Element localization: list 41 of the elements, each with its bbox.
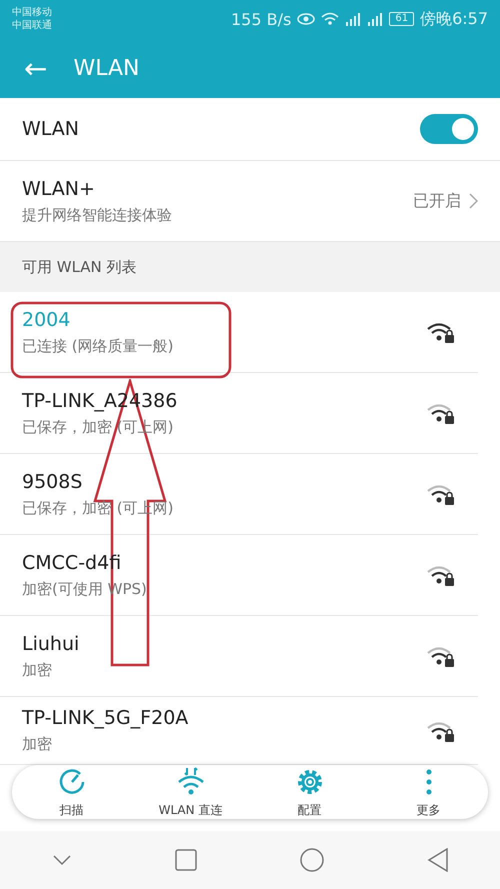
network-name: 2004 (22, 308, 72, 330)
wifi-lock-icon (426, 402, 456, 424)
setting-value: 已开启 (413, 190, 461, 212)
network-name: Liuhui (22, 632, 80, 654)
toolbar-button[interactable]: WLAN 直连 (146, 766, 236, 818)
wifi-lock-icon (426, 645, 456, 667)
network-status: 加密 (22, 735, 53, 754)
collapse-button[interactable] (52, 854, 72, 866)
eye-icon (297, 13, 316, 25)
more-icon (426, 768, 432, 794)
wifi-lock-icon (426, 564, 456, 586)
toolbar-button[interactable]: 更多 (384, 766, 474, 818)
network-item[interactable]: Liuhui 加密 (0, 616, 478, 697)
clock: 傍晚6:57 (420, 8, 488, 30)
network-name: TP-LINK_5G_F20A (22, 707, 188, 729)
home-button[interactable] (300, 848, 324, 872)
signal-icon (345, 12, 362, 26)
page-title: WLAN (73, 56, 140, 80)
wlan-switch[interactable] (420, 114, 478, 144)
battery-level: 61 (389, 12, 414, 26)
setting-label: WLAN+ (22, 178, 96, 200)
carrier-name: 中国移动 (12, 6, 52, 19)
network-item[interactable]: 2004 已连接 (网络质量一般) (0, 292, 478, 373)
back-nav-button[interactable] (426, 848, 448, 872)
network-speed: 155 B/s (231, 10, 292, 28)
carrier-name: 中国联通 (12, 19, 52, 32)
recents-button[interactable] (174, 849, 196, 871)
wifi-lock-icon (426, 720, 456, 742)
toolbar-button[interactable]: 扫描 (26, 766, 116, 818)
chevron-icon (469, 193, 478, 209)
setting-label: WLAN (22, 118, 80, 140)
wifi-lock-icon (426, 321, 456, 343)
signal-icon (367, 12, 384, 26)
section-title: 可用 WLAN 列表 (22, 258, 137, 276)
toolbar-button[interactable]: 配置 (264, 766, 354, 818)
wifi-lock-icon (426, 483, 456, 505)
network-status: 已连接 (网络质量一般) (22, 336, 174, 356)
network-status: 加密 (22, 660, 53, 680)
wifi-icon (321, 12, 340, 26)
setting-description: 提升网络智能连接体验 (22, 206, 172, 224)
network-name: 9508S (22, 470, 84, 492)
